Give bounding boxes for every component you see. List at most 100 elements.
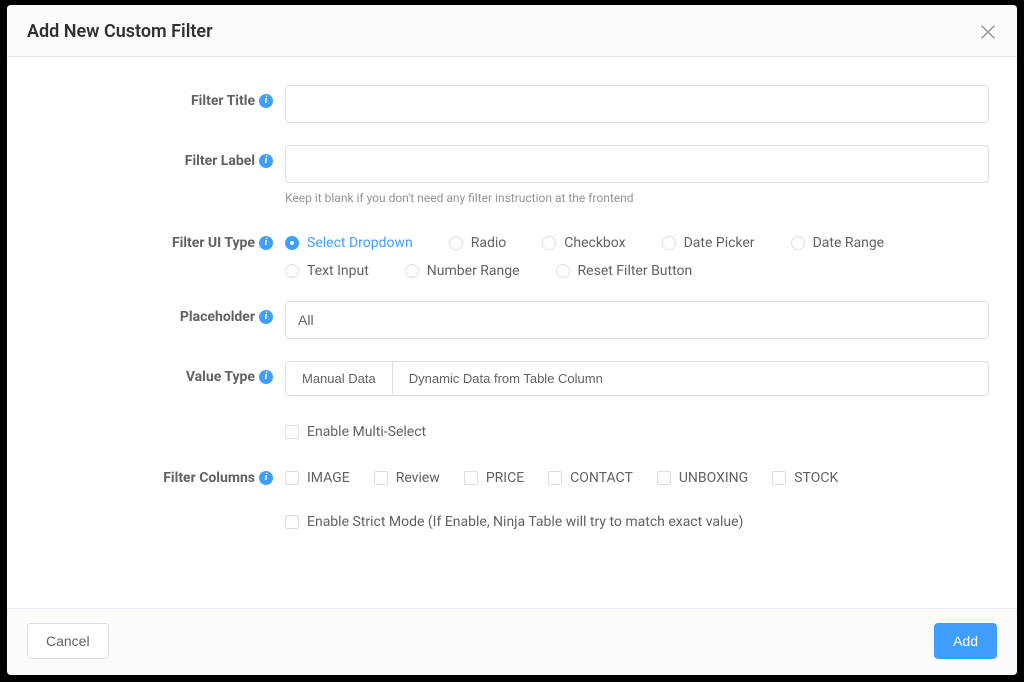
radio-circle-icon [542,236,556,250]
label-value-type-text: Value Type [186,369,255,385]
label-filter-title: Filter Title i [35,85,285,109]
info-icon[interactable]: i [259,94,273,108]
row-filter-label: Filter Label i Keep it blank if you don'… [35,145,989,205]
value-type-option-manual-data[interactable]: Manual Data [286,362,393,395]
radio-circle-icon [285,264,299,278]
filter-column-image[interactable]: IMAGE [285,470,350,486]
info-icon[interactable]: i [259,471,273,485]
row-filter-title: Filter Title i [35,85,989,123]
value-type-option-dynamic-data-from-table-column[interactable]: Dynamic Data from Table Column [393,362,619,395]
info-icon[interactable]: i [259,154,273,168]
checkbox-box-icon [285,515,299,529]
radio-circle-icon [556,264,570,278]
checkbox-box-icon [374,471,388,485]
label-empty-strict-mode [35,508,285,516]
multi-select-label: Enable Multi-Select [307,424,426,440]
radio-label: Date Picker [684,235,755,251]
ui-type-radio-date-range[interactable]: Date Range [791,235,885,251]
radio-label: Select Dropdown [307,235,413,251]
radio-label: Text Input [307,263,369,279]
control-placeholder [285,301,989,339]
info-icon[interactable]: i [259,236,273,250]
close-icon [981,25,995,39]
modal-title: Add New Custom Filter [27,21,213,42]
radio-circle-icon [285,236,299,250]
label-filter-ui-type-text: Filter UI Type [172,235,255,251]
row-placeholder: Placeholder i [35,301,989,339]
placeholder-input[interactable] [285,301,989,339]
filter-label-helper: Keep it blank if you don't need any filt… [285,191,989,205]
row-multi-select: Enable Multi-Select [35,418,989,440]
ui-type-radio-checkbox[interactable]: Checkbox [542,235,625,251]
control-multi-select: Enable Multi-Select [285,418,989,440]
ui-type-radio-date-picker[interactable]: Date Picker [662,235,755,251]
ui-type-radio-radio[interactable]: Radio [449,235,507,251]
radio-label: Date Range [813,235,885,251]
row-filter-ui-type: Filter UI Type i Select Dropdown Radio Che… [35,227,989,279]
label-empty-multi-select [35,418,285,426]
control-filter-ui-type: Select Dropdown Radio Checkbox Date Picker D… [285,227,989,279]
multi-select-checkbox[interactable]: Enable Multi-Select [285,418,989,440]
checkbox-box-icon [657,471,671,485]
ui-type-radio-text-input[interactable]: Text Input [285,263,369,279]
control-filter-title [285,85,989,123]
modal-header: Add New Custom Filter [7,5,1017,57]
label-filter-title-text: Filter Title [191,93,255,109]
info-icon[interactable]: i [259,310,273,324]
label-filter-ui-type: Filter UI Type i [35,227,285,251]
ui-type-radio-select-dropdown[interactable]: Select Dropdown [285,235,413,251]
label-filter-columns-text: Filter Columns [163,470,255,486]
checkbox-label: UNBOXING [679,470,748,486]
filter-ui-type-radio-group: Select Dropdown Radio Checkbox Date Picker D… [285,227,989,279]
filter-column-stock[interactable]: STOCK [772,470,838,486]
label-placeholder-text: Placeholder [180,309,255,325]
checkbox-label: Review [396,470,440,486]
modal-body: Filter Title i Filter Label i Keep it bl… [7,57,1017,608]
strict-mode-label: Enable Strict Mode (If Enable, Ninja Tab… [307,514,743,530]
row-strict-mode: Enable Strict Mode (If Enable, Ninja Tab… [35,508,989,530]
strict-mode-checkbox[interactable]: Enable Strict Mode (If Enable, Ninja Tab… [285,508,989,530]
checkbox-label: STOCK [794,470,838,486]
ui-type-radio-reset-filter-button[interactable]: Reset Filter Button [556,263,693,279]
radio-label: Number Range [427,263,520,279]
add-custom-filter-modal: Add New Custom Filter Filter Title i Fil… [7,5,1017,675]
modal-footer: Cancel Add [7,608,1017,675]
filter-column-unboxing[interactable]: UNBOXING [657,470,748,486]
filter-column-review[interactable]: Review [374,470,440,486]
row-filter-columns: Filter Columns i IMAGE Review PRICE CONTACT… [35,462,989,486]
checkbox-box-icon [548,471,562,485]
filter-column-price[interactable]: PRICE [464,470,524,486]
radio-label: Radio [471,235,507,251]
value-type-button-group: Manual DataDynamic Data from Table Colum… [285,361,989,396]
add-button[interactable]: Add [934,623,997,659]
radio-circle-icon [405,264,419,278]
radio-circle-icon [662,236,676,250]
info-icon[interactable]: i [259,370,273,384]
radio-label: Reset Filter Button [578,263,693,279]
control-strict-mode: Enable Strict Mode (If Enable, Ninja Tab… [285,508,989,530]
close-button[interactable] [979,23,997,41]
ui-type-radio-number-range[interactable]: Number Range [405,263,520,279]
filter-label-input[interactable] [285,145,989,183]
label-filter-label-text: Filter Label [185,153,255,169]
row-value-type: Value Type i Manual DataDynamic Data fro… [35,361,989,396]
checkbox-box-icon [772,471,786,485]
checkbox-box-icon [285,471,299,485]
checkbox-label: IMAGE [307,470,350,486]
checkbox-box-icon [464,471,478,485]
radio-label: Checkbox [564,235,625,251]
control-value-type: Manual DataDynamic Data from Table Colum… [285,361,989,396]
label-placeholder: Placeholder i [35,301,285,325]
control-filter-columns: IMAGE Review PRICE CONTACT UNBOXING STOCK [285,462,989,486]
control-filter-label: Keep it blank if you don't need any filt… [285,145,989,205]
filter-title-input[interactable] [285,85,989,123]
label-filter-columns: Filter Columns i [35,462,285,486]
radio-circle-icon [449,236,463,250]
checkbox-label: PRICE [486,470,524,486]
checkbox-box-icon [285,425,299,439]
radio-circle-icon [791,236,805,250]
label-value-type: Value Type i [35,361,285,385]
filter-column-contact[interactable]: CONTACT [548,470,633,486]
cancel-button[interactable]: Cancel [27,623,109,659]
filter-columns-checkbox-group: IMAGE Review PRICE CONTACT UNBOXING STOCK [285,462,989,486]
